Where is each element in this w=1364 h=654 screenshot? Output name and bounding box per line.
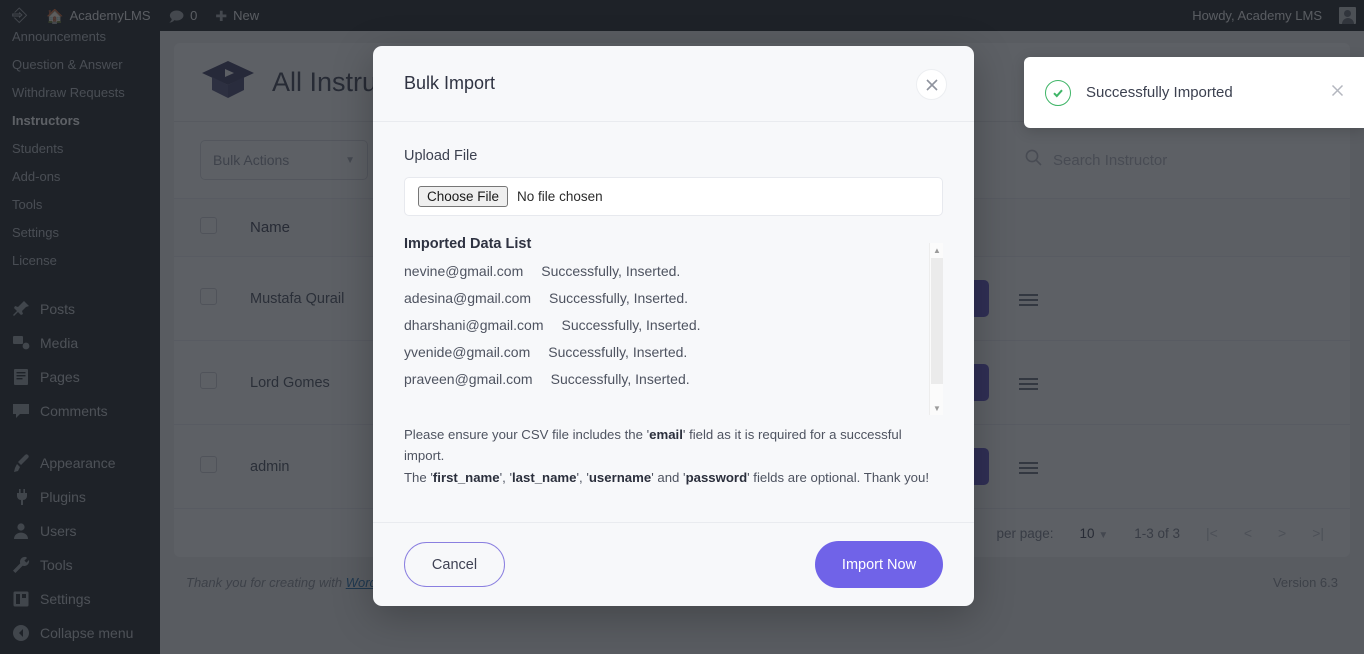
note-field-password: password: [685, 469, 748, 485]
list-item: praveen@gmail.com Successfully, Inserted.: [404, 371, 921, 387]
note-seg: The ': [404, 469, 433, 485]
bulk-import-modal: Bulk Import Upload File Choose File No f…: [373, 46, 974, 606]
modal-footer: Cancel Import Now: [373, 522, 974, 606]
imported-email: nevine@gmail.com: [404, 263, 524, 279]
note-seg: ' fields are optional. Thank you!: [747, 469, 930, 485]
choose-file-button[interactable]: Choose File: [418, 186, 509, 207]
success-toast: Successfully Imported: [1024, 57, 1364, 128]
upload-file-label: Upload File: [404, 148, 478, 164]
modal-title: Bulk Import: [404, 73, 496, 93]
imported-email: adesina@gmail.com: [404, 290, 532, 306]
imported-status: Successfully, Inserted.: [549, 290, 689, 306]
note-field-first-name: first_name: [432, 469, 500, 485]
note-field-username: username: [588, 469, 652, 485]
imported-status: Successfully, Inserted.: [548, 344, 688, 360]
note-field-email: email: [649, 427, 683, 442]
list-item: dharshani@gmail.com Successfully, Inserte…: [404, 317, 921, 333]
imported-email: yvenide@gmail.com: [404, 344, 531, 360]
triangle-up-icon[interactable]: ▲: [930, 243, 943, 257]
note-seg: ', ': [499, 469, 512, 485]
imported-status: Successfully, Inserted.: [541, 263, 681, 279]
imported-email: dharshani@gmail.com: [404, 317, 544, 333]
imported-data-list: Imported Data List nevine@gmail.com Succe…: [404, 236, 943, 416]
file-input-row[interactable]: Choose File No file chosen: [404, 177, 943, 216]
file-name-label: No file chosen: [517, 189, 603, 204]
modal-header: Bulk Import: [373, 46, 974, 122]
close-icon[interactable]: [916, 69, 947, 100]
list-scrollbar[interactable]: ▲ ▼: [929, 243, 943, 415]
close-icon[interactable]: [1331, 84, 1344, 102]
list-item: nevine@gmail.com Successfully, Inserted.: [404, 263, 921, 279]
cancel-button[interactable]: Cancel: [404, 542, 505, 587]
imported-data-list-title: Imported Data List: [404, 236, 532, 252]
list-item: adesina@gmail.com Successfully, Inserted.: [404, 290, 921, 306]
modal-body: Upload File Choose File No file chosen I…: [373, 122, 974, 522]
csv-requirements-note: Please ensure your CSV file includes the…: [404, 424, 943, 488]
note-seg: ', ': [576, 469, 589, 485]
toast-message: Successfully Imported: [1086, 84, 1233, 101]
import-now-button[interactable]: Import Now: [815, 541, 943, 588]
imported-status: Successfully, Inserted.: [550, 371, 690, 387]
check-circle-icon: [1045, 79, 1071, 106]
note-seg: ' and ': [651, 469, 686, 485]
imported-status: Successfully, Inserted.: [561, 317, 701, 333]
imported-email: praveen@gmail.com: [404, 371, 533, 387]
note-field-last-name: last_name: [511, 469, 577, 485]
note-seg: Please ensure your CSV file includes the…: [404, 427, 650, 442]
scrollbar-thumb[interactable]: [931, 258, 943, 384]
triangle-down-icon[interactable]: ▼: [930, 401, 943, 415]
list-item: yvenide@gmail.com Successfully, Inserted.: [404, 344, 921, 360]
